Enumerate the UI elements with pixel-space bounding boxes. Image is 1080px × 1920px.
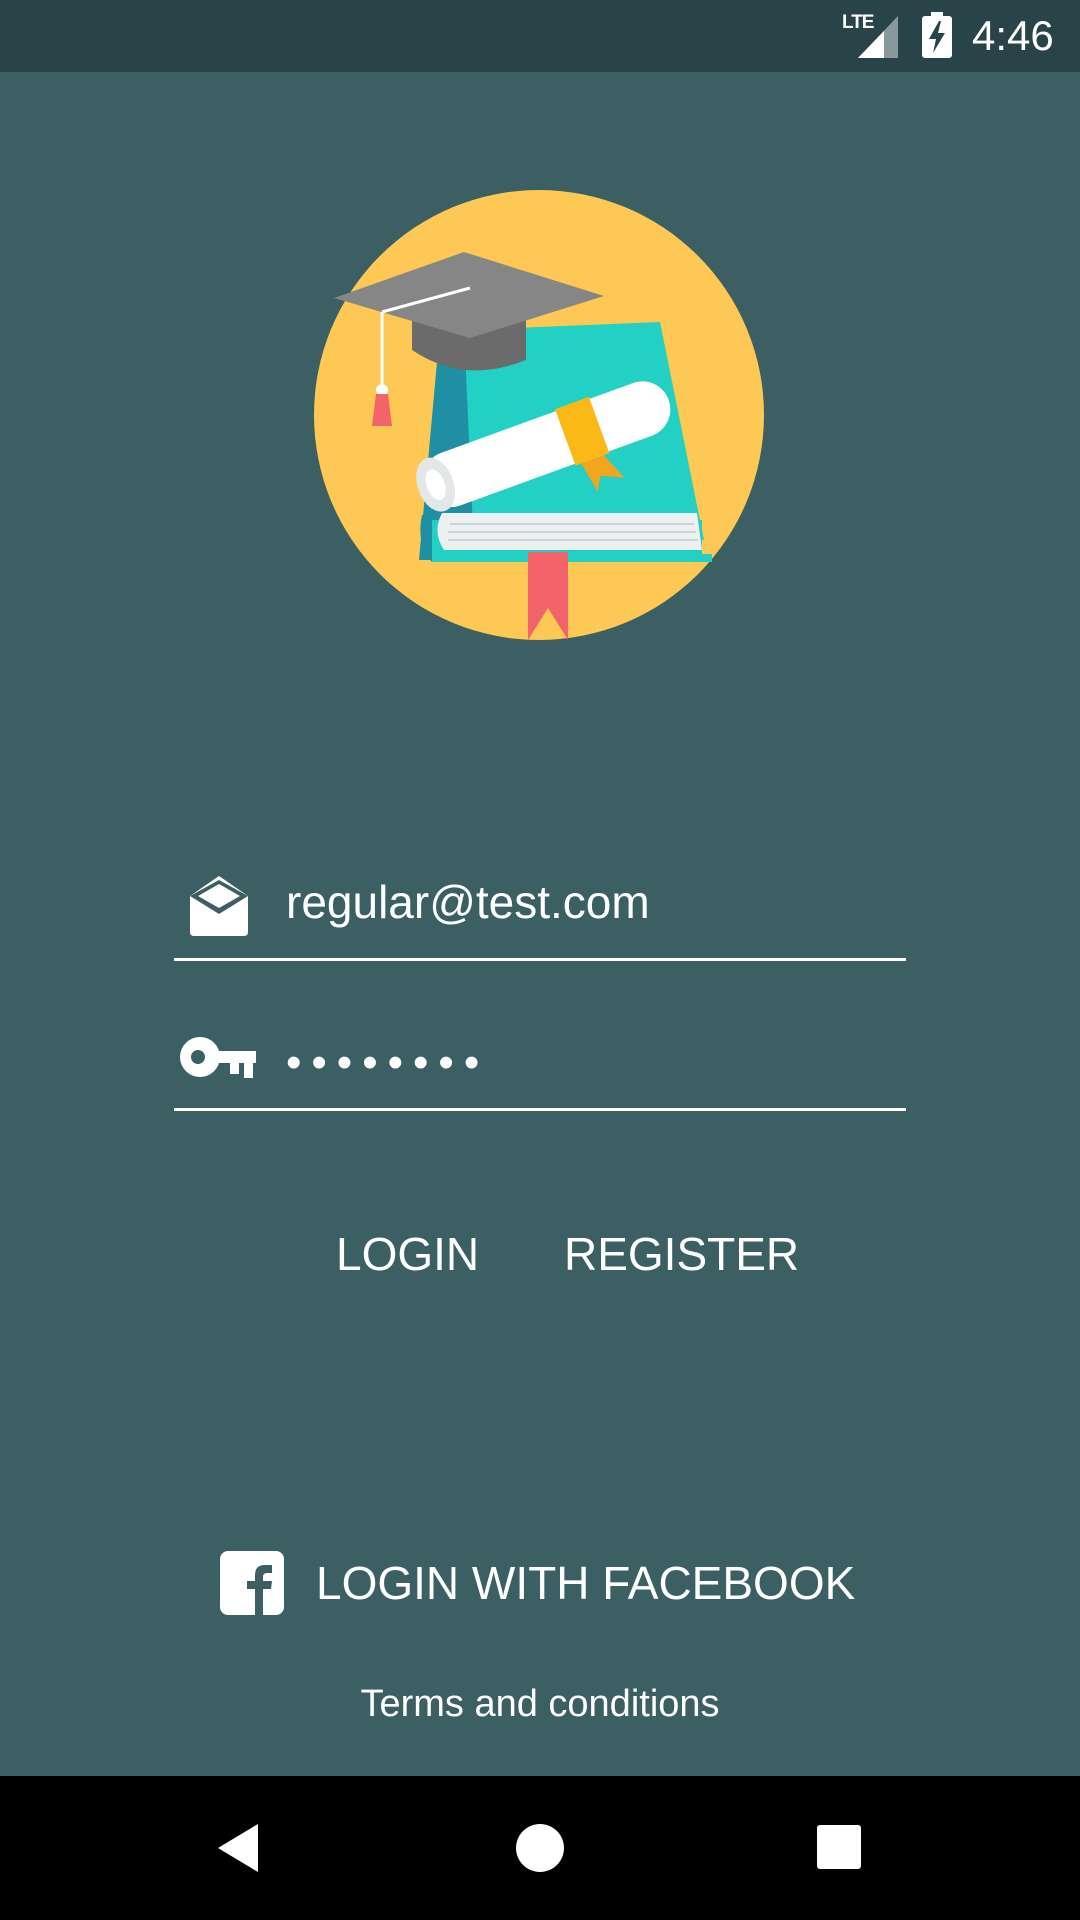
navigation-bar (0, 1776, 1080, 1920)
terms-container: Terms and conditions (0, 1678, 1080, 1730)
facebook-login-label: LOGIN WITH FACEBOOK (316, 1557, 856, 1609)
terms-link[interactable]: Terms and conditions (360, 1683, 719, 1725)
login-button[interactable]: LOGIN (336, 1222, 479, 1286)
facebook-icon (220, 1551, 284, 1615)
graduation-logo (314, 190, 764, 640)
status-bar: LTE 4:46 (0, 0, 1080, 72)
home-icon[interactable] (514, 1822, 566, 1874)
password-input[interactable] (286, 1014, 896, 1112)
envelope-open-icon (190, 876, 248, 936)
recents-icon[interactable] (814, 1822, 866, 1874)
email-input[interactable] (286, 852, 896, 952)
key-icon (180, 1037, 256, 1078)
register-button[interactable]: REGISTER (564, 1222, 799, 1286)
signal-strength-icon (858, 16, 898, 58)
signal-indicator: LTE (842, 12, 900, 58)
password-field-container (174, 1010, 906, 1112)
facebook-login-button[interactable]: LOGIN WITH FACEBOOK (220, 1550, 855, 1616)
back-icon[interactable] (214, 1822, 266, 1874)
battery-charging-icon (922, 12, 952, 58)
email-field-container (174, 852, 906, 961)
status-time: 4:46 (972, 12, 1054, 59)
